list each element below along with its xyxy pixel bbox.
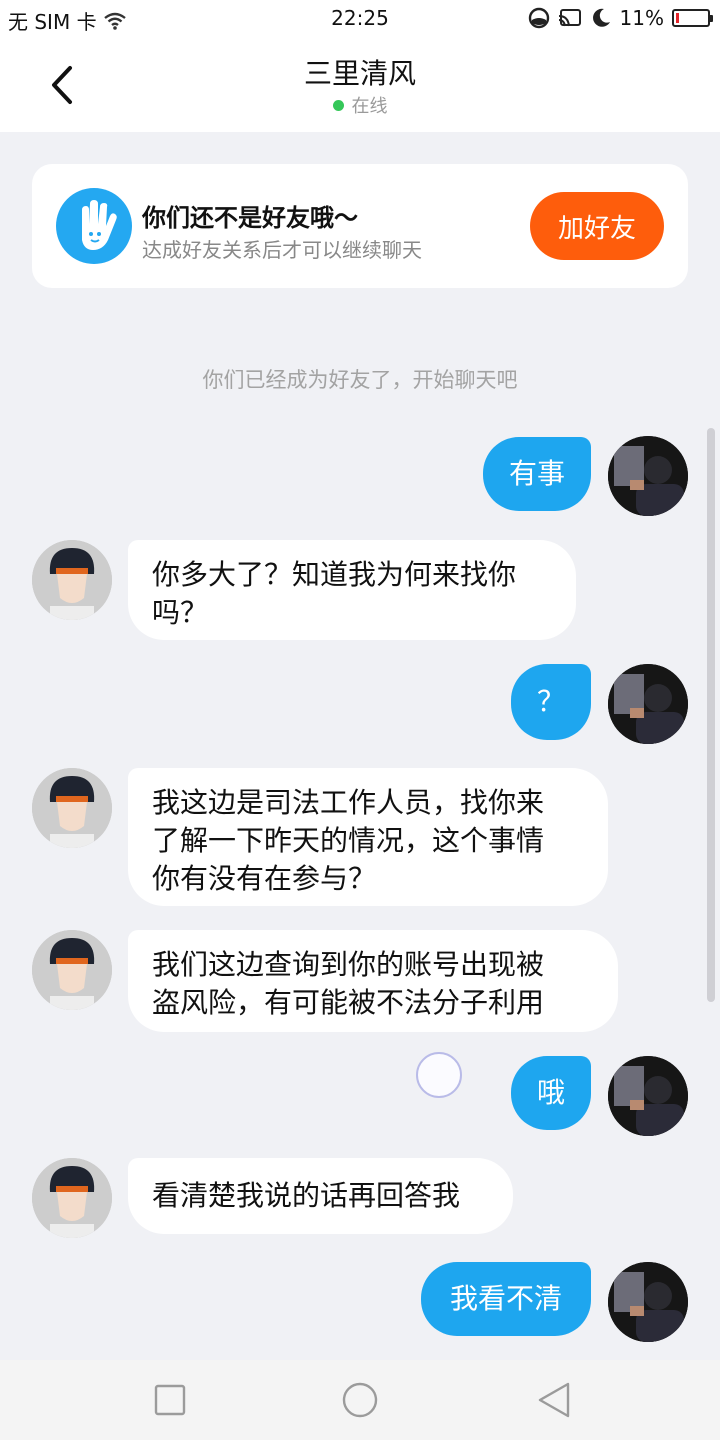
contact-avatar[interactable] <box>32 930 112 1010</box>
not-friends-card: 你们还不是好友哦～ 达成好友关系后才可以继续聊天 加好友 <box>32 164 688 288</box>
presence-status: 在线 <box>0 92 720 118</box>
data-saver-icon <box>528 7 549 29</box>
presence-label: 在线 <box>351 96 388 117</box>
battery-level <box>676 13 679 23</box>
message-line: 我这边是司法工作人员，找你来 <box>152 786 545 819</box>
loading-spinner-icon <box>416 1052 462 1098</box>
back-triangle-icon[interactable] <box>534 1380 574 1420</box>
message-bubble[interactable]: 有事 <box>483 437 591 511</box>
contact-avatar[interactable] <box>32 768 112 848</box>
contact-name: 三里清风 <box>303 57 416 90</box>
message-bubble[interactable]: 我们这边查询到你的账号出现被 盗风险，有可能被不法分子利用 <box>128 930 618 1032</box>
my-avatar[interactable] <box>608 1262 688 1342</box>
my-avatar[interactable] <box>608 436 688 516</box>
cast-icon <box>558 9 581 27</box>
message-bubble[interactable]: 看清楚我说的话再回答我 <box>128 1158 513 1234</box>
not-friends-title: 你们还不是好友哦～ <box>142 204 358 232</box>
online-dot-icon <box>332 99 344 111</box>
message-bubble[interactable]: ？ <box>511 664 591 740</box>
message-bubble[interactable]: 你多大了？知道我为何来找你 吗？ <box>128 540 576 640</box>
message-text: 哦 <box>536 1076 565 1109</box>
message-line: 了解一下昨天的情况，这个事情 <box>152 824 545 857</box>
battery-icon <box>672 9 713 27</box>
message-text: ？ <box>536 685 565 718</box>
message-text: 有事 <box>508 457 565 490</box>
my-avatar[interactable] <box>608 1056 688 1136</box>
hand-wave-icon <box>56 188 132 264</box>
my-avatar[interactable] <box>608 664 688 744</box>
message-line: 你多大了？知道我为何来找你 <box>152 558 517 591</box>
recents-square-icon[interactable] <box>150 1380 190 1420</box>
battery-percent: 11% <box>619 6 664 30</box>
message-bubble[interactable]: 哦 <box>511 1056 591 1130</box>
status-bar: 无 SIM 卡 22:25 11% <box>0 0 720 38</box>
message-bubble[interactable]: 我这边是司法工作人员，找你来 了解一下昨天的情况，这个事情 你有没有在参与？ <box>128 768 608 906</box>
message-line: 吗？ <box>152 596 209 629</box>
scrollbar[interactable] <box>707 428 715 1002</box>
chat-header: 三里清风 在线 <box>0 38 720 132</box>
message-bubble[interactable]: 我看不清 <box>421 1262 591 1336</box>
message-line: 我们这边查询到你的账号出现被 <box>152 948 545 981</box>
system-note: 你们已经成为好友了，开始聊天吧 <box>202 368 518 392</box>
add-friend-button[interactable]: 加好友 <box>530 192 664 260</box>
contact-avatar[interactable] <box>32 1158 112 1238</box>
moon-icon <box>592 8 610 27</box>
message-line: 看清楚我说的话再回答我 <box>152 1179 461 1212</box>
system-nav-bar <box>0 1360 720 1440</box>
message-line: 你有没有在参与？ <box>152 862 377 895</box>
message-line: 盗风险，有可能被不法分子利用 <box>152 986 545 1019</box>
status-right: 11% <box>528 6 713 30</box>
message-text: 我看不清 <box>449 1282 562 1315</box>
home-circle-icon[interactable] <box>340 1380 380 1420</box>
not-friends-subtitle: 达成好友关系后才可以继续聊天 <box>142 238 422 262</box>
contact-avatar[interactable] <box>32 540 112 620</box>
